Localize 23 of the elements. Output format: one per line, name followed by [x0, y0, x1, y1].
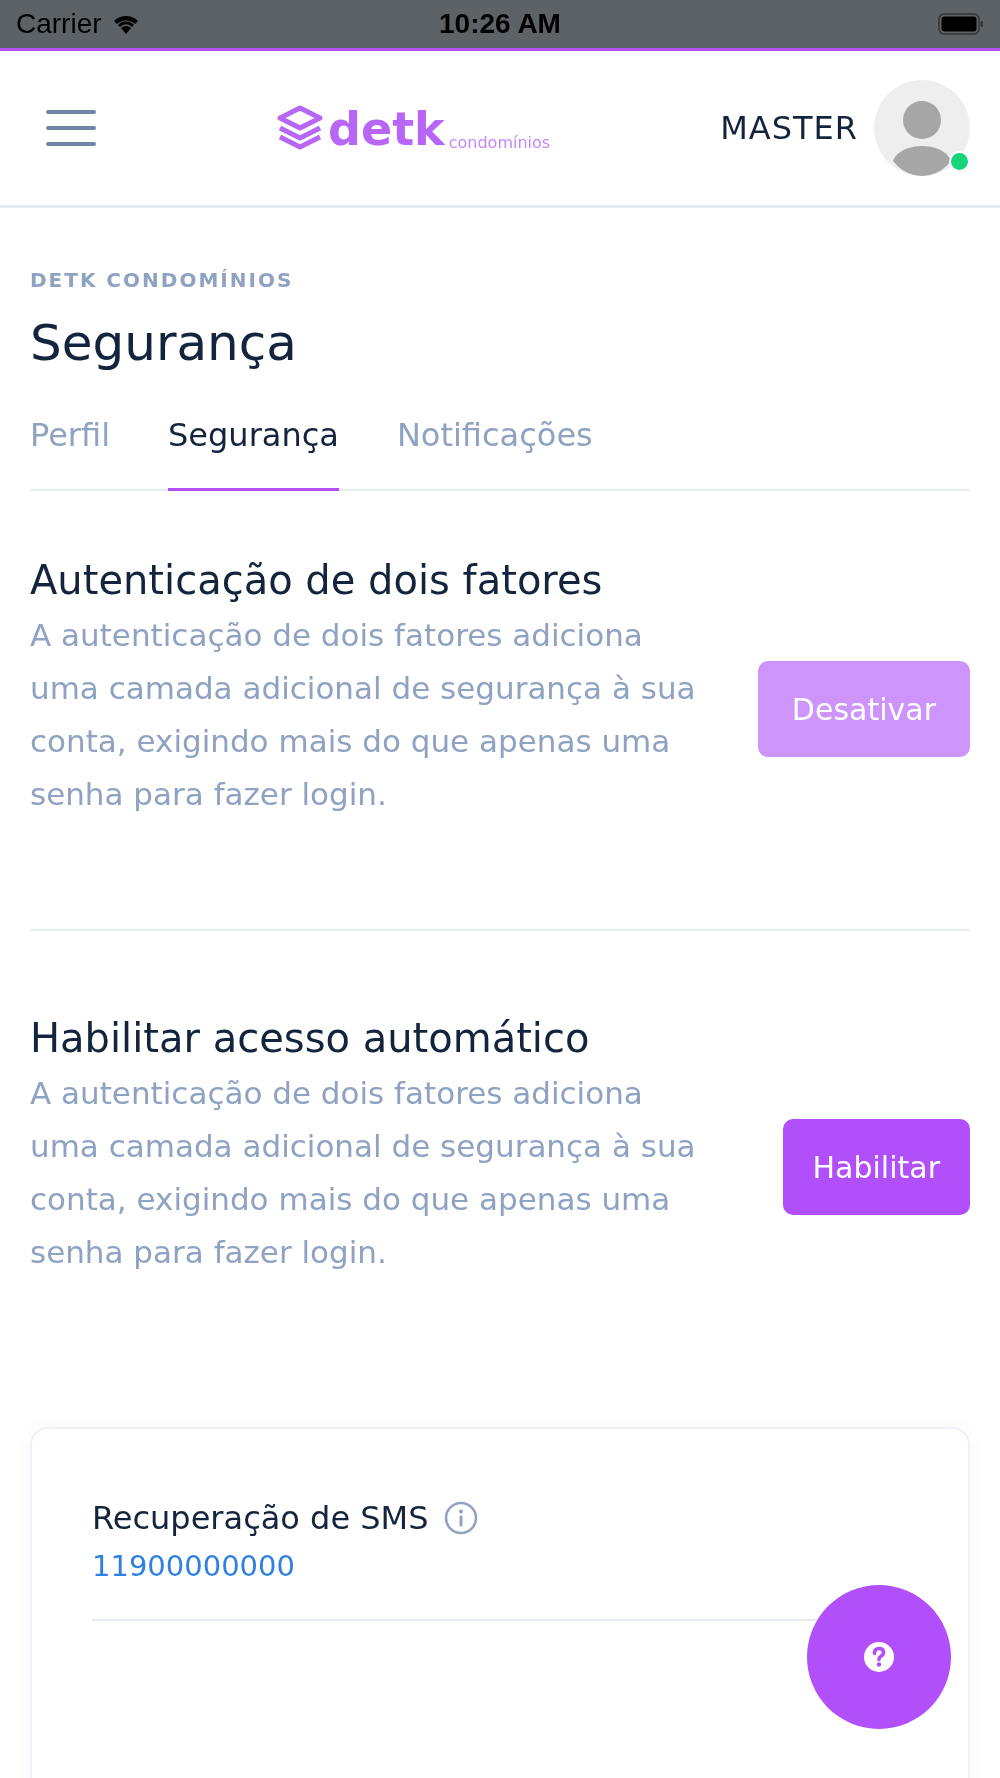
battery-icon — [938, 13, 984, 35]
menu-button[interactable] — [46, 108, 96, 148]
section-title: Habilitar acesso automático — [30, 1015, 591, 1061]
card-title: Recuperação de SMS — [92, 1499, 429, 1537]
user-name: MASTER — [720, 109, 858, 147]
breadcrumb: DETK CONDOMÍNIOS — [30, 268, 295, 292]
tab[interactable]: Segurança — [168, 416, 339, 491]
carrier-name: Carrier — [16, 8, 102, 40]
info-icon[interactable] — [444, 1501, 479, 1535]
section-description: A autenticação de dois fatores adiciona uma camada adicional de segurança à sua conta, exigindo mais do que apenas uma senha para fazer login. — [30, 1074, 697, 1272]
page-title: Segurança — [30, 314, 298, 372]
help-icon — [863, 1641, 895, 1673]
section-description: A autenticação de dois fatores adiciona uma camada adicional de segurança à sua conta, exigindo mais do que apenas uma senha para fazer login. — [30, 616, 697, 814]
menu-icon — [46, 108, 96, 148]
layers-icon — [276, 104, 324, 152]
section-title: Autenticação de dois fatores — [30, 557, 604, 603]
action-button[interactable]: Habilitar — [782, 1119, 970, 1215]
logo-text: detk — [328, 106, 445, 152]
tab[interactable]: Notificações — [396, 416, 593, 491]
clock-time: 10:26 AM — [439, 8, 561, 40]
phone-number: 11900000000 — [92, 1549, 296, 1583]
logo-subtext: condomínios — [448, 133, 551, 152]
tab[interactable]: Perfil — [30, 416, 111, 491]
